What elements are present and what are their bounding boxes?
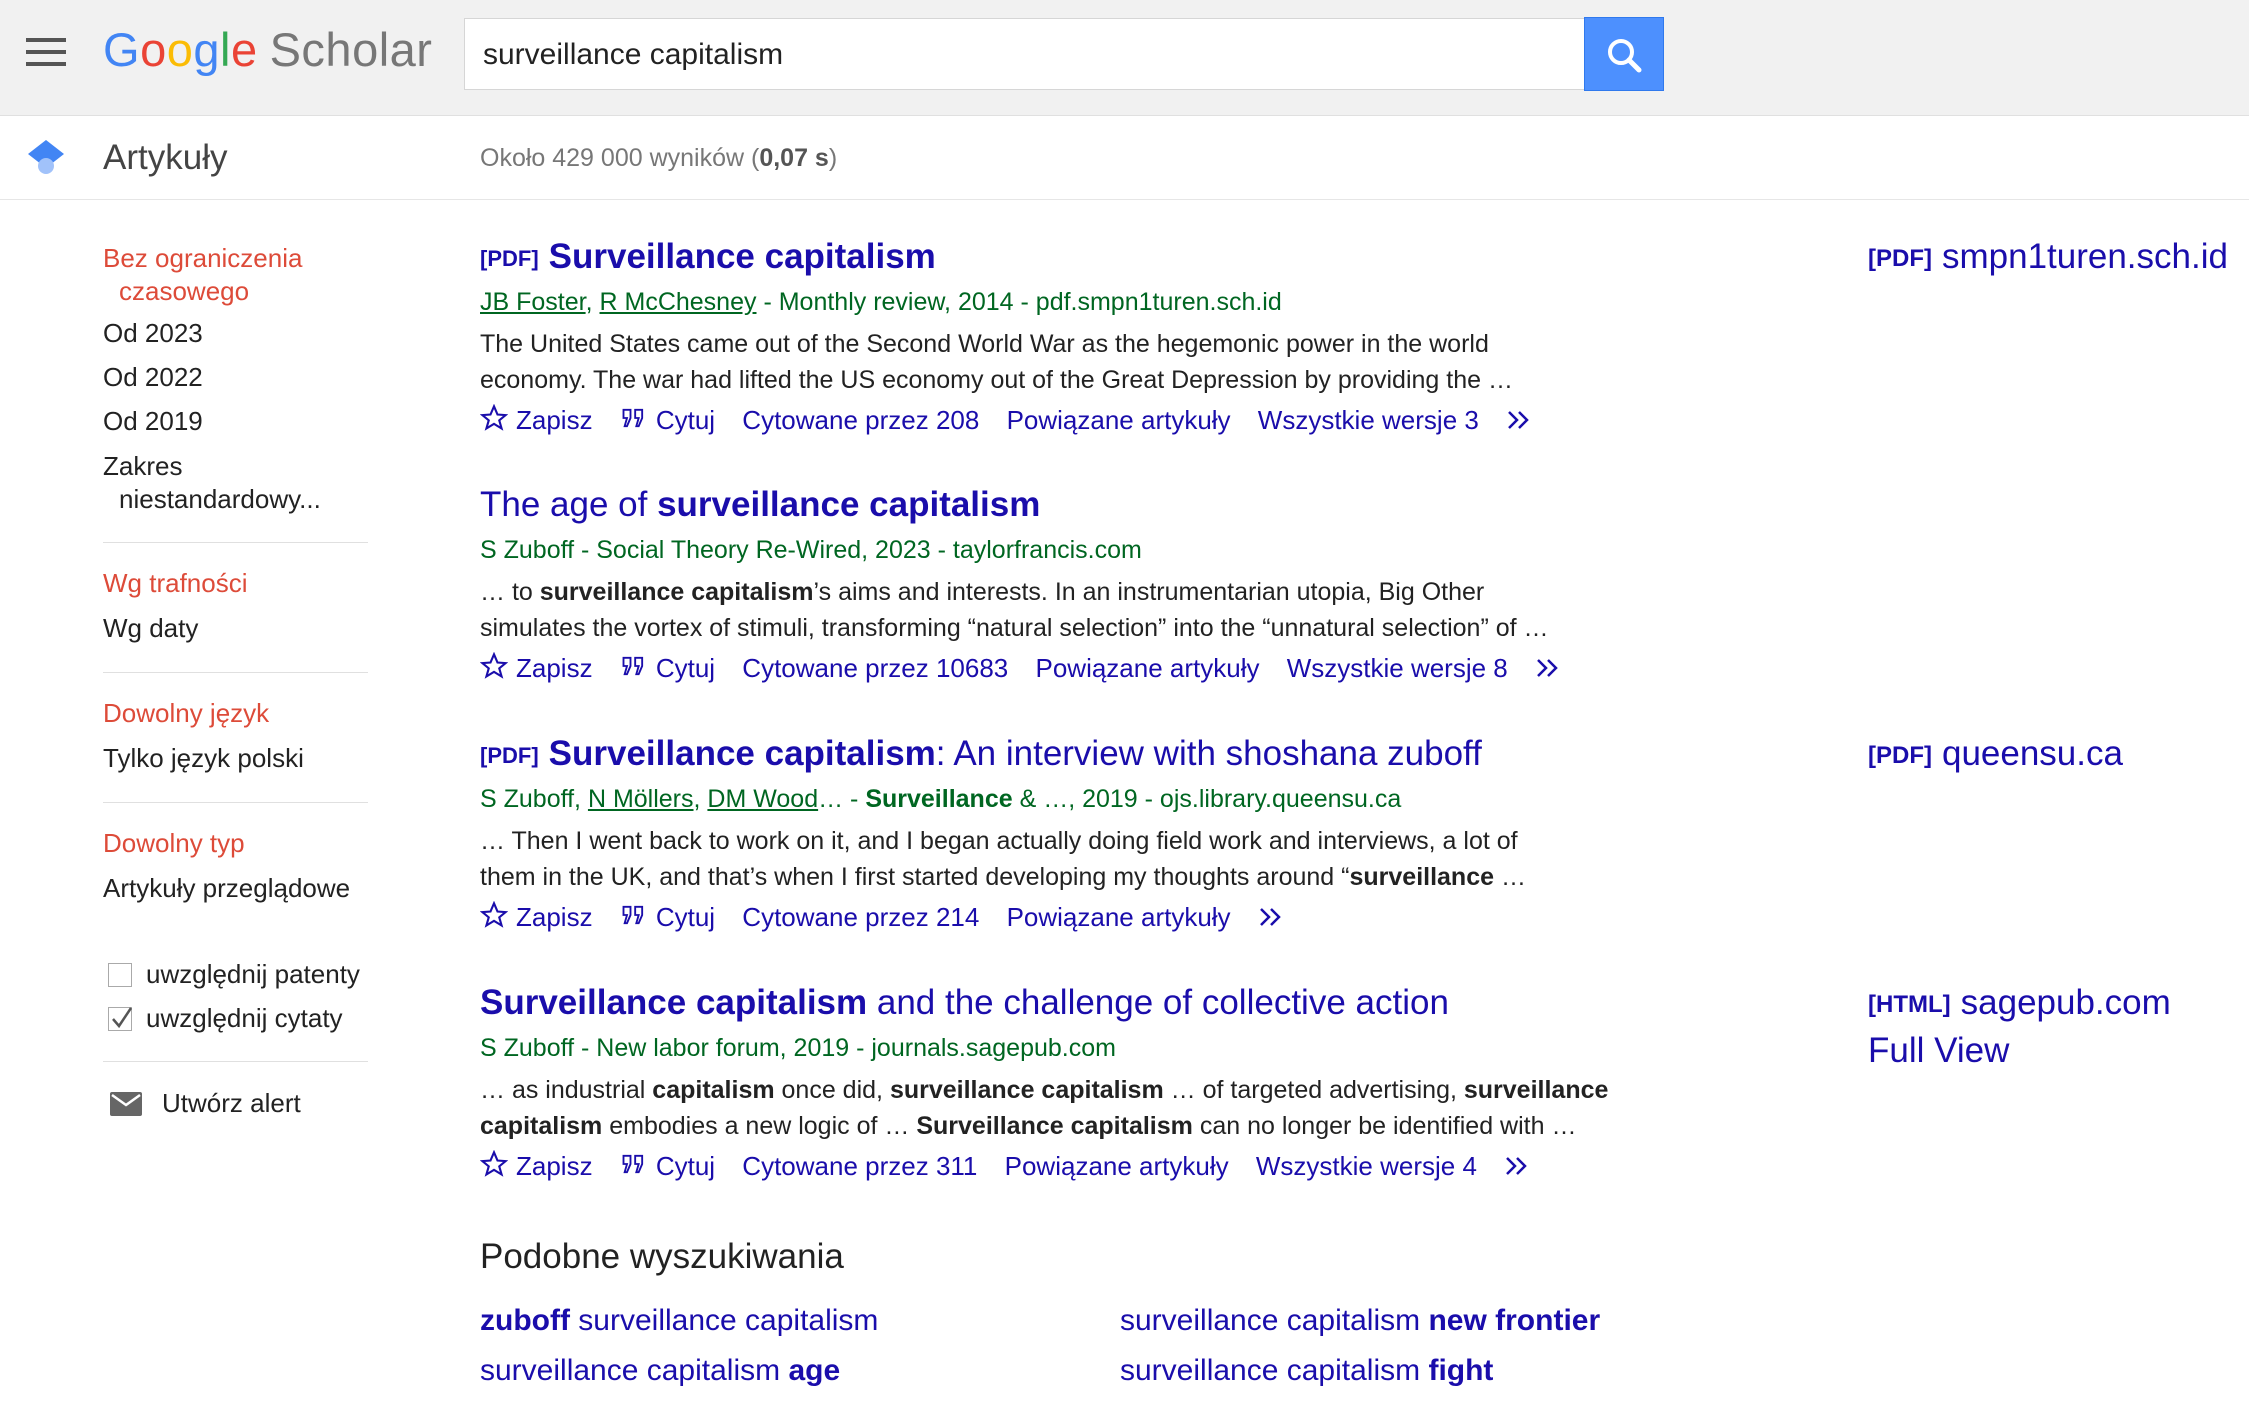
cited-by-link[interactable]: Cytowane przez 208	[742, 405, 979, 436]
star-icon	[480, 652, 508, 679]
quote-icon	[622, 1154, 643, 1174]
double-chevron-icon	[1506, 1157, 1527, 1175]
quote-icon	[622, 905, 643, 925]
save-button[interactable]: Zapisz	[480, 1150, 593, 1182]
related-search-link[interactable]: surveillance capitalism new frontier	[1120, 1304, 1600, 1338]
result-count: Około 429 000 wyników (0,07 s)	[480, 144, 838, 172]
result-snippet: The United States came out of the Second…	[480, 330, 1513, 394]
sort-date[interactable]: Wg daty	[103, 612, 198, 645]
cited-by-link[interactable]: Cytowane przez 214	[742, 902, 979, 933]
time-filter-2023[interactable]: Od 2023	[103, 317, 203, 350]
double-chevron-icon	[1537, 659, 1558, 677]
pdf-tag: [PDF]	[480, 743, 539, 768]
include-citations-checkbox[interactable]	[108, 1007, 133, 1031]
related-articles-link[interactable]: Powiązane artykuły	[1007, 902, 1231, 933]
mail-icon	[110, 1092, 142, 1116]
quote-icon	[622, 408, 643, 428]
double-chevron-icon	[1259, 908, 1281, 926]
related-search-link[interactable]: zuboff surveillance capitalism	[480, 1304, 878, 1338]
star-icon	[480, 901, 508, 928]
all-versions-link[interactable]: Wszystkie wersje 8	[1287, 653, 1508, 684]
all-versions-link[interactable]: Wszystkie wersje 4	[1256, 1151, 1477, 1182]
save-button[interactable]: Zapisz	[480, 901, 593, 933]
search-box	[464, 18, 1584, 91]
time-filter-2022[interactable]: Od 2022	[103, 361, 203, 394]
result-actions: Zapisz Cytuj Cytowane przez 214 Powiązan…	[480, 901, 1318, 933]
related-articles-link[interactable]: Powiązane artykuły	[1007, 405, 1231, 436]
include-citations-label[interactable]: uwzględnij cytaty	[146, 1002, 343, 1035]
sort-relevance[interactable]: Wg trafności	[103, 567, 248, 600]
save-button[interactable]: Zapisz	[480, 404, 593, 436]
scholar-cap-icon	[28, 140, 64, 174]
star-icon	[480, 404, 508, 431]
author-link[interactable]: R McChesney	[600, 288, 757, 316]
cite-button[interactable]: Cytuj	[620, 1150, 715, 1182]
hamburger-menu-icon[interactable]	[26, 38, 66, 66]
result-meta: S Zuboff - Social Theory Re-Wired, 2023 …	[480, 536, 1142, 564]
sidebar-divider	[103, 542, 368, 543]
time-filter-any[interactable]: Bez ograniczenia czasowego	[103, 242, 302, 308]
result-snippet: … to surveillance capitalism’s aims and …	[480, 578, 1549, 642]
cited-by-link[interactable]: Cytowane przez 311	[742, 1151, 977, 1182]
cite-button[interactable]: Cytuj	[620, 901, 715, 933]
sidebar-divider	[103, 802, 368, 803]
fulltext-link[interactable]: [HTML] sagepub.com	[1868, 983, 2171, 1023]
result-title[interactable]: [PDF] Surveillance capitalism: An intervi…	[480, 734, 1482, 774]
search-button[interactable]	[1584, 17, 1664, 91]
include-patents-label[interactable]: uwzględnij patenty	[146, 958, 360, 991]
type-filter-review[interactable]: Artykuły przeglądowe	[103, 872, 350, 905]
cite-button[interactable]: Cytuj	[620, 652, 715, 684]
double-chevron-icon	[1508, 411, 1529, 429]
author-link[interactable]: N Möllers	[588, 785, 694, 813]
author-link[interactable]: DM Wood	[707, 785, 818, 813]
sub-header	[0, 116, 2249, 200]
result-actions: Zapisz Cytuj Cytowane przez 10683 Powiąz…	[480, 652, 1595, 684]
time-filter-custom[interactable]: Zakres niestandardowy...	[103, 450, 321, 516]
related-search-link[interactable]: surveillance capitalism fight	[1120, 1354, 1493, 1388]
google-scholar-logo[interactable]: Google Scholar	[103, 22, 432, 77]
result-title[interactable]: Surveillance capitalism and the challeng…	[480, 983, 1449, 1023]
time-filter-2019[interactable]: Od 2019	[103, 405, 203, 438]
full-view-link[interactable]: Full View	[1868, 1031, 2009, 1071]
more-button[interactable]	[1535, 653, 1575, 684]
search-icon	[1608, 39, 1642, 73]
type-filter-any[interactable]: Dowolny typ	[103, 827, 245, 860]
more-button[interactable]	[1504, 1151, 1544, 1182]
search-input[interactable]	[481, 19, 1575, 91]
include-patents-checkbox[interactable]	[108, 963, 132, 987]
more-button[interactable]	[1506, 405, 1546, 436]
result-actions: Zapisz Cytuj Cytowane przez 208 Powiązan…	[480, 404, 1566, 436]
all-versions-link[interactable]: Wszystkie wersje 3	[1258, 405, 1479, 436]
star-icon	[480, 1150, 508, 1177]
top-header: Google Scholar	[0, 0, 2249, 116]
related-search-link[interactable]: surveillance capitalism age	[480, 1354, 840, 1388]
fulltext-link[interactable]: [PDF] smpn1turen.sch.id	[1868, 237, 2228, 277]
pdf-tag: [PDF]	[480, 246, 539, 271]
result-snippet: … as industrial capitalism once did, sur…	[480, 1076, 1609, 1140]
sidebar-divider	[103, 672, 368, 673]
related-articles-link[interactable]: Powiązane artykuły	[1035, 653, 1259, 684]
author-link[interactable]: JB Foster	[480, 288, 586, 316]
more-button[interactable]	[1258, 902, 1298, 933]
fulltext-link[interactable]: [PDF] queensu.ca	[1868, 734, 2123, 774]
cited-by-link[interactable]: Cytowane przez 10683	[742, 653, 1008, 684]
result-title[interactable]: [PDF] Surveillance capitalism	[480, 237, 936, 277]
sidebar-divider	[103, 1061, 368, 1062]
result-meta: S Zuboff, N Möllers, DM Wood… - Surveill…	[480, 785, 1402, 813]
result-actions: Zapisz Cytuj Cytowane przez 311 Powiązan…	[480, 1150, 1564, 1182]
quote-icon	[622, 656, 643, 676]
related-articles-link[interactable]: Powiązane artykuły	[1005, 1151, 1229, 1182]
lang-filter-polish[interactable]: Tylko język polski	[103, 742, 304, 775]
result-meta: S Zuboff - New labor forum, 2019 - journ…	[480, 1034, 1116, 1062]
result-title[interactable]: The age of surveillance capitalism	[480, 485, 1040, 525]
save-button[interactable]: Zapisz	[480, 652, 593, 684]
result-snippet: … Then I went back to work on it, and I …	[480, 827, 1526, 891]
lang-filter-any[interactable]: Dowolny język	[103, 697, 269, 730]
section-label: Artykuły	[103, 138, 228, 177]
cite-button[interactable]: Cytuj	[620, 404, 715, 436]
check-icon	[112, 1007, 133, 1029]
related-searches-title: Podobne wyszukiwania	[480, 1237, 844, 1276]
result-meta: JB Foster, R McChesney - Monthly review,…	[480, 288, 1282, 316]
create-alert-link[interactable]: Utwórz alert	[162, 1087, 301, 1120]
